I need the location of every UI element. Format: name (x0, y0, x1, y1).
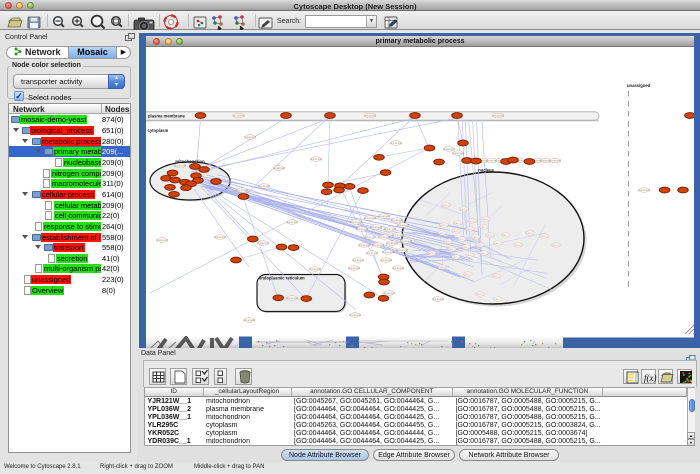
svg-text:[unnamed]: [unnamed] (156, 238, 169, 242)
svg-text:[unnamed]: [unnamed] (364, 235, 377, 239)
svg-text:[unnamed]: [unnamed] (384, 227, 397, 231)
svg-text:[unnamed]: [unnamed] (236, 188, 249, 192)
svg-text:f(x): f(x) (644, 373, 657, 383)
svg-text:[unn..]: [unn..] (455, 222, 462, 225)
svg-text:[unnamed]: [unnamed] (257, 241, 270, 245)
svg-text:[unnamed]: [unnamed] (258, 184, 271, 188)
svg-text:[unnamed]: [unnamed] (243, 318, 256, 322)
svg-text:[unnamed]: [unnamed] (232, 114, 245, 118)
svg-text:endoplasmic reticulum: endoplasmic reticulum (259, 276, 305, 281)
svg-text:[unnamed]: [unnamed] (309, 267, 322, 271)
svg-text:[unn..]: [unn..] (503, 234, 510, 237)
svg-text:[unnamed]: [unnamed] (358, 243, 371, 247)
svg-text:[unnamed]: [unnamed] (273, 166, 286, 170)
svg-text:[unnamed]: [unnamed] (452, 151, 465, 155)
svg-text:[unn..]: [unn..] (481, 252, 488, 255)
svg-text:[unn..]: [unn..] (443, 204, 450, 207)
svg-text:[unn..]: [unn..] (463, 246, 470, 249)
svg-text:[unn..]: [unn..] (495, 298, 502, 301)
svg-text:[unnamed]: [unnamed] (397, 223, 410, 227)
svg-text:[unnamed]: [unnamed] (382, 250, 395, 254)
svg-text:[unnamed]: [unnamed] (492, 114, 505, 118)
svg-text:[unn..]: [unn..] (453, 256, 460, 259)
svg-text:[unn..]: [unn..] (469, 220, 476, 223)
svg-text:[unnamed]: [unnamed] (244, 135, 257, 139)
svg-text:[unn..]: [unn..] (449, 248, 456, 251)
svg-text:[unnamed]: [unnamed] (348, 266, 361, 270)
svg-text:[unnamed]: [unnamed] (378, 235, 391, 239)
svg-text:[unnamed]: [unnamed] (386, 241, 399, 245)
svg-text:[unnamed]: [unnamed] (391, 218, 404, 222)
svg-text:[unn..]: [unn..] (429, 252, 436, 255)
svg-text:[unnamed]: [unnamed] (443, 147, 456, 151)
svg-text:[unnamed]: [unnamed] (350, 220, 363, 224)
svg-text:[unnamed]: [unnamed] (392, 233, 405, 237)
svg-text:[unn..]: [unn..] (495, 242, 502, 245)
svg-text:[unn..]: [unn..] (467, 254, 474, 257)
svg-text:[unnamed]: [unnamed] (392, 266, 405, 270)
svg-text:[unnamed]: [unnamed] (349, 313, 362, 317)
svg-text:[unn..]: [unn..] (483, 218, 490, 221)
svg-text:[unnamed]: [unnamed] (370, 225, 383, 229)
svg-text:[unnamed]: [unnamed] (364, 216, 377, 220)
svg-text:unassigned: unassigned (627, 83, 651, 88)
svg-text:[unnamed]: [unnamed] (400, 239, 413, 243)
svg-text:mitochondrion: mitochondrion (175, 159, 205, 164)
svg-text:[unn..]: [unn..] (467, 228, 474, 231)
svg-text:[unn..]: [unn..] (477, 293, 484, 296)
svg-text:[unn..]: [unn..] (461, 208, 468, 211)
svg-text:[unn..]: [unn..] (453, 230, 460, 233)
svg-text:plasma membrane: plasma membrane (148, 114, 185, 119)
svg-text:[unn..]: [unn..] (465, 273, 472, 276)
svg-text:[unn..]: [unn..] (441, 224, 448, 227)
svg-text:[unn..]: [unn..] (439, 266, 446, 269)
svg-text:[unn..]: [unn..] (477, 244, 484, 247)
svg-text:[unnamed]: [unnamed] (364, 114, 377, 118)
svg-text:[unnamed]: [unnamed] (366, 251, 379, 255)
svg-text:[unn..]: [unn..] (527, 232, 534, 235)
svg-text:[unnamed]: [unnamed] (310, 157, 323, 161)
svg-text:[unn..]: [unn..] (515, 244, 522, 247)
svg-text:[unnamed]: [unnamed] (286, 296, 299, 300)
svg-text:[unn..]: [unn..] (481, 226, 488, 229)
svg-text:[unn..]: [unn..] (459, 238, 466, 241)
svg-text:[unn..]: [unn..] (541, 235, 548, 238)
svg-text:[unnamed]: [unnamed] (383, 291, 396, 295)
svg-text:[unnamed]: [unnamed] (286, 220, 299, 224)
svg-text:[unn..]: [unn..] (487, 234, 494, 237)
svg-text:[unnamed]: [unnamed] (352, 258, 365, 262)
svg-text:[unn..]: [unn..] (493, 275, 500, 278)
svg-text:[unn..]: [unn..] (439, 232, 446, 235)
svg-text:nucleus: nucleus (478, 168, 494, 173)
svg-text:[unn..]: [unn..] (473, 236, 480, 239)
svg-text:[unnamed]: [unnamed] (174, 164, 187, 168)
svg-text:[unnamed]: [unnamed] (549, 159, 562, 163)
svg-text:[unnamed]: [unnamed] (378, 214, 391, 218)
svg-text:[unnamed]: [unnamed] (380, 258, 393, 262)
svg-text:[unnamed]: [unnamed] (372, 243, 385, 247)
svg-text:[unnamed]: [unnamed] (390, 141, 403, 145)
svg-text:[unn..]: [unn..] (553, 244, 560, 247)
svg-text:cytoplasm: cytoplasm (148, 128, 169, 133)
svg-text:[unnamed]: [unnamed] (214, 235, 227, 239)
svg-text:[unn..]: [unn..] (445, 240, 452, 243)
svg-text:[unnamed]: [unnamed] (396, 248, 409, 252)
svg-text:[unnamed]: [unnamed] (356, 227, 369, 231)
svg-text:[unnamed]: [unnamed] (638, 188, 651, 192)
svg-text:[unnamed]: [unnamed] (432, 297, 445, 301)
